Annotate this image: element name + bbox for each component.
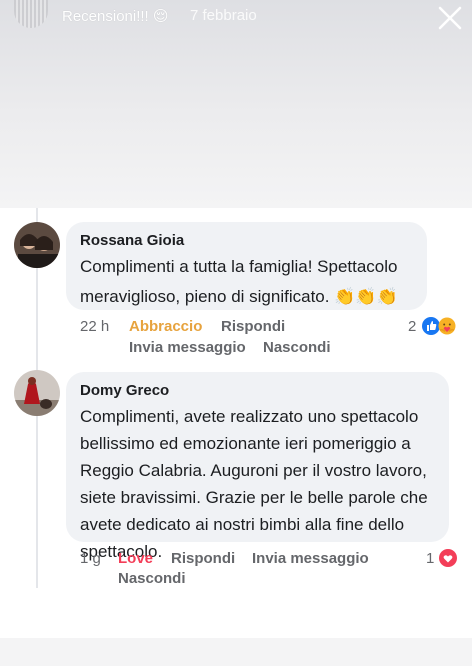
comment-author[interactable]: Domy Greco	[80, 382, 169, 399]
send-message-button[interactable]: Invia messaggio	[129, 339, 246, 356]
love-icon	[439, 549, 457, 567]
avatar[interactable]	[14, 222, 60, 268]
comment-actions: 22 h Abbraccio Rispondi Invia messaggio …	[80, 318, 420, 358]
comment-author[interactable]: Rossana Gioia	[80, 232, 184, 249]
reply-button[interactable]: Rispondi	[221, 318, 285, 335]
care-icon	[438, 317, 456, 335]
comment-bubble: Rossana Gioia Complimenti a tutta la fam…	[66, 222, 427, 310]
reaction-summary[interactable]: 2	[408, 316, 464, 338]
reaction-button[interactable]: Abbraccio	[129, 318, 202, 335]
story-avatar[interactable]	[14, 0, 48, 28]
reply-button[interactable]: Rispondi	[171, 550, 235, 567]
comment-text: Complimenti, avete realizzato uno spetta…	[80, 407, 428, 561]
close-icon[interactable]	[436, 4, 464, 32]
comment-time[interactable]: 22 h	[80, 318, 109, 335]
reaction-count: 1	[426, 550, 435, 567]
send-message-button[interactable]: Invia messaggio	[252, 550, 369, 567]
reaction-button[interactable]: Love	[118, 550, 153, 567]
comment-actions: 1 g Love Rispondi Invia messaggio Nascon…	[80, 550, 420, 590]
comment-text: Complimenti a tutta la famiglia! Spettac…	[80, 257, 398, 306]
comment-time[interactable]: 1 g	[80, 550, 101, 567]
reaction-summary[interactable]: 1	[426, 548, 462, 570]
hide-button[interactable]: Nascondi	[263, 339, 331, 356]
story-header: Recensioni!!! 😌 7 febbraio	[0, 0, 472, 40]
story-date: 7 febbraio	[190, 7, 257, 24]
avatar[interactable]	[14, 370, 60, 416]
comment-bubble: Domy Greco Complimenti, avete realizzato…	[66, 372, 449, 561]
story-title: Recensioni!!! 😌	[62, 8, 169, 25]
hide-button[interactable]: Nascondi	[118, 570, 186, 587]
reaction-count: 2	[408, 318, 417, 335]
bottom-strip	[0, 638, 472, 666]
